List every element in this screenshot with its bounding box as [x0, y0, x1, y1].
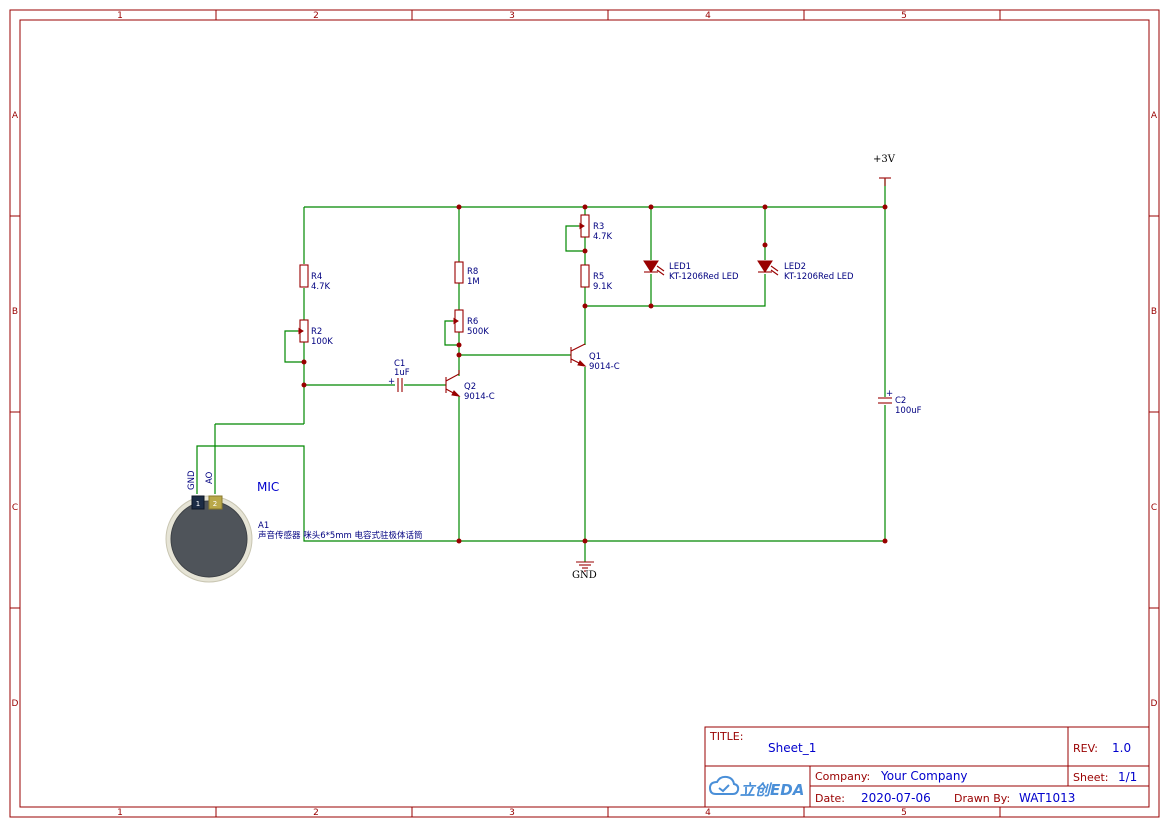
led-led1: LED1 KT-1206Red LED — [643, 260, 739, 282]
led2-ref: LED2 — [784, 262, 806, 272]
led1-value: KT-1206Red LED — [669, 272, 739, 282]
mic-pin-gnd-label: GND — [187, 470, 197, 490]
capacitor-c1: + C1 1uF — [388, 359, 410, 392]
row-label-a-right: A — [1151, 111, 1158, 121]
r3-value: 4.7K — [593, 232, 613, 242]
col-label-5: 5 — [901, 11, 907, 21]
sheet-value: 1/1 — [1118, 770, 1137, 784]
company-value: Your Company — [880, 769, 968, 783]
col-label-4-bottom: 4 — [705, 808, 711, 818]
c1-polarity: + — [388, 377, 395, 387]
r8-ref: R8 — [467, 267, 478, 277]
date-value: 2020-07-06 — [861, 791, 931, 805]
title-label: TITLE: — [709, 730, 743, 743]
gnd-symbol: GND — [572, 561, 597, 581]
r8-value: 1M — [467, 277, 480, 287]
title-block: TITLE: Sheet_1 REV: 1.0 Company: Your Co… — [704, 726, 1150, 808]
q2-ref: Q2 — [464, 382, 476, 392]
mic-pin1-number: 1 — [196, 500, 200, 508]
a1-value: 声音传感器 咪头6*5mm 电容式驻极体话筒 — [258, 530, 423, 541]
row-label-c-right: C — [1151, 503, 1157, 513]
row-label-b-right: B — [1151, 307, 1157, 317]
r4-ref: R4 — [311, 272, 322, 282]
r5-ref: R5 — [593, 272, 604, 282]
rev-label: REV: — [1073, 742, 1098, 755]
led1-ref: LED1 — [669, 262, 691, 272]
row-label-c: C — [12, 503, 18, 513]
microphone-a1: 1 2 GND AO MIC A1 声音传感器 咪头6*5mm 电容式驻极体话筒 — [164, 470, 423, 583]
r6-value: 500K — [467, 327, 489, 337]
r5-value: 9.1K — [593, 282, 613, 292]
rev-value: 1.0 — [1112, 741, 1131, 755]
col-label-2: 2 — [313, 11, 319, 21]
r2-ref: R2 — [311, 327, 322, 337]
cloud-icon — [708, 775, 740, 795]
col-label-1-bottom: 1 — [117, 808, 123, 818]
sheet-label: Sheet: — [1073, 771, 1109, 784]
transistor-q1: Q1 9014-C — [570, 343, 620, 372]
transistor-q2: Q2 9014-C — [445, 370, 495, 402]
drawn-by-value: WAT1013 — [1019, 791, 1075, 805]
row-label-b: B — [12, 307, 18, 317]
vcc-label: +3V — [873, 154, 896, 165]
schematic-canvas: 1 2 3 4 5 1 2 3 4 5 A B C D A B C D +3V … — [9, 9, 1160, 818]
wires — [196, 179, 886, 562]
c2-polarity: + — [886, 389, 893, 399]
r2-value: 100K — [311, 337, 333, 347]
r3-ref: R3 — [593, 222, 604, 232]
led2-value: KT-1206Red LED — [784, 272, 854, 282]
row-label-d-right: D — [1151, 699, 1158, 709]
r4-value: 4.7K — [311, 282, 331, 292]
gnd-label: GND — [572, 570, 597, 581]
c2-ref: C2 — [895, 396, 906, 406]
led-led2: LED2 KT-1206Red LED — [757, 260, 854, 282]
lceda-logo: 立创EDA — [708, 775, 804, 799]
resistor-r8: R8 1M — [454, 261, 480, 287]
drawn-by-label: Drawn By: — [954, 792, 1010, 805]
q2-value: 9014-C — [464, 392, 495, 402]
mic-pin-ao-label: AO — [205, 471, 215, 484]
junctions — [301, 204, 888, 544]
row-label-d: D — [12, 699, 19, 709]
r6-ref: R6 — [467, 317, 478, 327]
logo-mark — [718, 784, 730, 793]
sheet-title: Sheet_1 — [768, 741, 816, 755]
col-label-3: 3 — [509, 11, 515, 21]
resistor-r5: R5 9.1K — [580, 264, 613, 292]
a1-ref: A1 — [258, 521, 269, 531]
col-label-2-bottom: 2 — [313, 808, 319, 818]
col-label-1: 1 — [117, 11, 123, 21]
logo-text: 立创EDA — [740, 781, 804, 799]
potentiometer-r2: R2 100K — [298, 319, 333, 347]
vcc-power-symbol: +3V — [873, 154, 896, 186]
col-label-5-bottom: 5 — [901, 808, 907, 818]
resistor-r4: R4 4.7K — [299, 264, 331, 292]
mic-pin2-number: 2 — [213, 500, 217, 508]
company-label: Company: — [815, 770, 870, 783]
q1-value: 9014-C — [589, 362, 620, 372]
row-label-a: A — [12, 111, 19, 121]
q1-ref: Q1 — [589, 352, 601, 362]
col-label-4: 4 — [705, 11, 711, 21]
mic-title: MIC — [257, 480, 279, 494]
col-label-3-bottom: 3 — [509, 808, 515, 818]
potentiometer-r3: R3 4.7K — [579, 214, 613, 242]
c2-value: 100uF — [895, 406, 922, 416]
mic-capsule-icon — [170, 500, 248, 578]
date-label: Date: — [815, 792, 845, 805]
c1-value: 1uF — [394, 368, 410, 378]
